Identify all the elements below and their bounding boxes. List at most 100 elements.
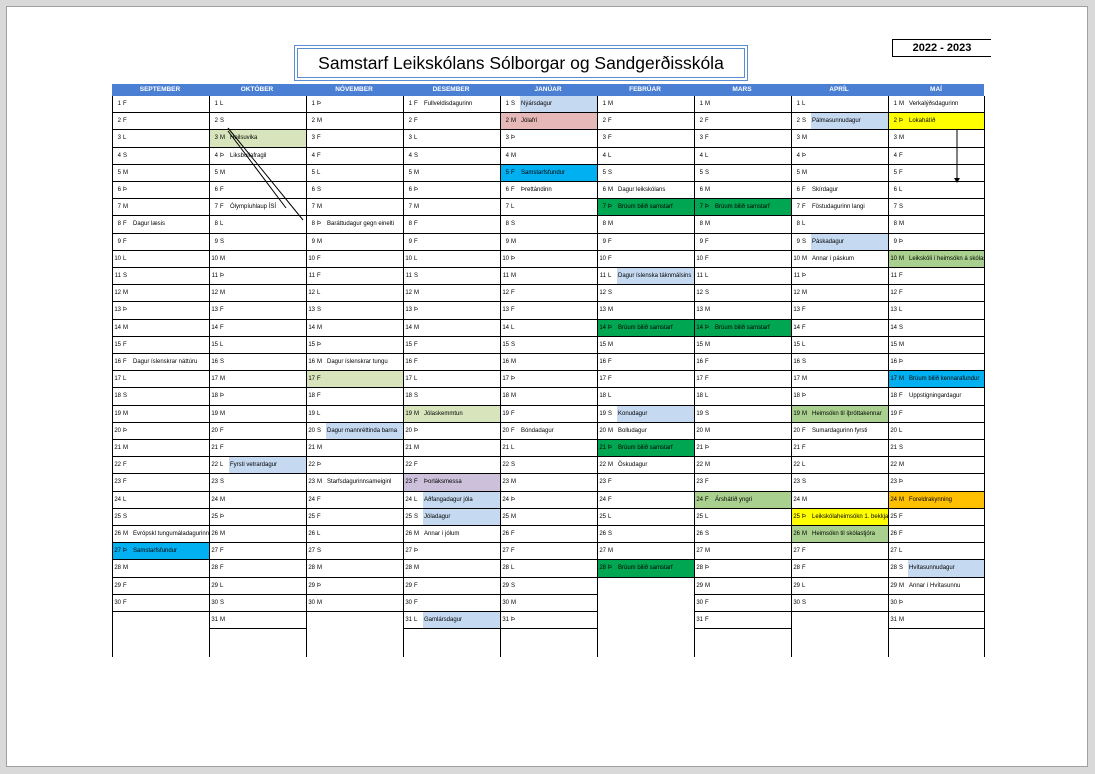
event-label: Annar í páskum — [812, 255, 855, 262]
day-cell: 30 F — [694, 595, 791, 612]
day-number: 18 — [696, 393, 703, 400]
day-number: 21 — [793, 445, 800, 451]
column-divider — [500, 96, 501, 657]
day-cell: 13 L — [888, 302, 985, 320]
weekday-letter: S — [705, 169, 710, 176]
day-cell: 19 F — [500, 406, 597, 423]
day-cell: 6Þ — [403, 182, 500, 200]
day-cell: 17 F — [597, 371, 694, 389]
day-cell: 27 M — [597, 543, 694, 561]
weekday-letter: M — [802, 410, 807, 417]
day-number: 7 — [214, 204, 218, 211]
weekday-letter: Þ — [123, 187, 128, 193]
day-number: 5 — [214, 169, 218, 176]
day-number: 6 — [699, 187, 703, 193]
day-number: 23 — [405, 479, 412, 486]
day-cell: 4F — [888, 148, 985, 165]
weekday-letter: M — [414, 531, 419, 537]
weekday-letter: Þ — [899, 118, 904, 125]
event-label: Þorláksmessa — [423, 474, 500, 491]
day-number: 15 — [890, 341, 897, 348]
day-cell: 21 L — [500, 440, 597, 458]
weekday-letter: F — [608, 479, 612, 486]
day-cell: 1 F Fullveldisdagurinn — [403, 96, 500, 114]
day-number: 8 — [699, 221, 703, 228]
day-cell: 7L — [500, 199, 597, 217]
day-number: 16 — [405, 359, 412, 365]
day-number: 27 — [793, 548, 800, 555]
weekday-letter: M — [705, 187, 710, 193]
day-cell: 1M — [694, 96, 791, 114]
day-number: 3 — [893, 135, 897, 142]
day-cell: 3M — [888, 130, 985, 148]
day-number: 17 — [696, 376, 703, 383]
day-number: 8 — [117, 221, 121, 228]
day-cell: 6M — [694, 182, 791, 200]
event-label: Aðfangadagur jóla — [423, 491, 500, 508]
weekday-letter: Þ — [511, 376, 516, 383]
day-cell: 26 S — [694, 526, 791, 544]
day-number: 17 — [793, 376, 800, 383]
day-number: 23 — [890, 479, 897, 486]
day-cell: 9S — [209, 234, 306, 251]
weekday-letter: M — [705, 101, 710, 107]
weekday-letter: F — [802, 548, 806, 555]
day-number: 26 — [793, 531, 800, 537]
day-cell: 26 F — [888, 526, 985, 544]
day-cell: 24 L — [112, 492, 209, 509]
day-number: 6 — [796, 187, 800, 193]
day-number: 22 — [890, 462, 897, 469]
day-cell: 7M — [306, 199, 403, 217]
day-cell: 1M — [597, 96, 694, 114]
weekday-letter: M — [802, 135, 807, 142]
weekday-letter: L — [511, 204, 515, 211]
day-number: 19 — [890, 410, 897, 417]
day-number: 20 — [599, 427, 606, 434]
weekday-letter: M — [123, 531, 128, 537]
day-number: 22 — [696, 462, 703, 469]
weekday-letter: F — [802, 427, 806, 434]
weekday-letter: L — [608, 513, 612, 520]
day-cell: 26 M — [209, 526, 306, 544]
day-number: 17 — [890, 376, 897, 383]
event-label: Konudagur — [617, 405, 694, 422]
day-cell: 14 L — [500, 320, 597, 337]
day-cell: 24 L Aðfangadagur jóla — [403, 491, 500, 509]
day-cell: 15 F — [403, 337, 500, 354]
day-number: 11 — [599, 273, 606, 279]
weekday-letter: M — [414, 445, 419, 451]
day-cell: 4S — [112, 148, 209, 165]
weekday-letter: Þ — [414, 307, 419, 314]
day-number: 10 — [211, 255, 218, 262]
day-cell: 4S — [403, 148, 500, 165]
day-number: 27 — [599, 548, 606, 555]
weekday-letter: M — [802, 290, 807, 297]
day-number: 16 — [696, 359, 703, 365]
weekday-letter: F — [608, 255, 612, 262]
weekday-letter: M — [511, 118, 516, 125]
day-cell: 10 F — [597, 251, 694, 268]
day-cell: 6F — [209, 182, 306, 200]
day-number: 22 — [211, 462, 218, 469]
day-cell: 15 M — [888, 337, 985, 354]
day-cell: 27 M — [694, 543, 791, 561]
day-number: 16 — [114, 359, 121, 365]
month-header: JANÚAR — [534, 86, 562, 93]
month-header: MAÍ — [930, 86, 942, 93]
weekday-letter: S — [414, 152, 419, 159]
weekday-letter: M — [899, 135, 904, 142]
weekday-letter: F — [705, 496, 709, 503]
day-number: 29 — [114, 582, 121, 589]
day-cell: 18 L — [597, 388, 694, 406]
weekday-letter: F — [899, 410, 903, 417]
day-cell: 24 M Foreldrakynning — [888, 491, 985, 509]
day-cell: 10 Þ — [500, 251, 597, 268]
day-cell: 30 M — [500, 595, 597, 612]
event-label: Hvítasunnudagur — [908, 560, 985, 577]
day-number: 10 — [114, 255, 121, 262]
day-number: 12 — [114, 290, 121, 297]
weekday-letter: M — [220, 376, 225, 383]
day-cell: 15 Þ — [306, 337, 403, 354]
weekday-letter: L — [414, 135, 418, 142]
day-number: 29 — [696, 582, 703, 589]
